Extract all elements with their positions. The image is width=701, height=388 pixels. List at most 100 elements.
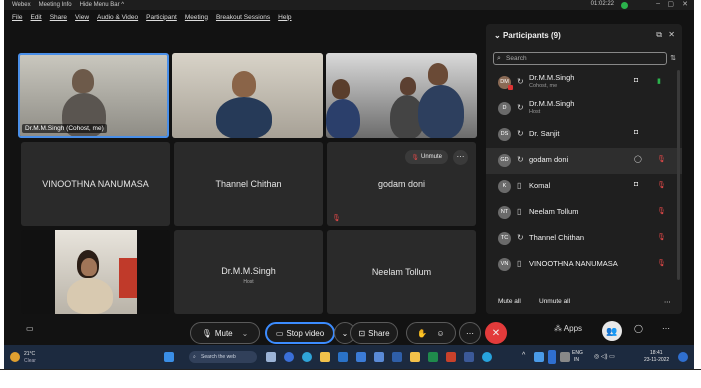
video-tile-thannel[interactable]: Thannel Chithan — [174, 142, 323, 226]
close-panel-icon[interactable]: ✕ — [668, 30, 675, 39]
mute-button[interactable]: 🎙 Mute ⌄ — [190, 322, 260, 344]
participant-name: Komal — [529, 181, 551, 190]
menu-meeting[interactable]: Meeting — [185, 14, 208, 21]
folder-icon[interactable] — [410, 352, 420, 362]
chat-icon[interactable]: ◯ — [634, 155, 642, 163]
more-options-button[interactable]: ⋯ — [459, 322, 481, 344]
participants-toggle-icon[interactable]: 👥 — [602, 321, 622, 341]
windows-start-icon[interactable] — [164, 352, 174, 362]
minimize-button[interactable]: – — [656, 0, 660, 7]
end-call-button[interactable]: ✕ — [485, 322, 507, 344]
panel-scrollbar[interactable] — [677, 70, 680, 280]
network-volume-battery-icons[interactable]: ◎ ◁) ▭ — [594, 353, 615, 360]
restore-button[interactable]: ▢ — [667, 0, 674, 8]
menu-breakout-sessions[interactable]: Breakout Sessions — [216, 14, 270, 21]
participant-row[interactable]: K ▯ Komal ◘ 🎙 — [486, 174, 682, 200]
menu-view[interactable]: View — [75, 14, 89, 21]
mic-muted-icon[interactable]: 🎙 — [657, 155, 666, 163]
input-language[interactable]: ENG — [572, 350, 583, 356]
tray-app-icon[interactable] — [534, 352, 544, 362]
powerpoint-icon[interactable] — [446, 352, 456, 362]
participant-name: VINOOTHNA NANUMASA — [42, 179, 149, 189]
avatar: DS — [498, 128, 511, 141]
chat-bubble-icon[interactable]: ▭ — [26, 324, 34, 333]
mic-active-icon: ▮ — [657, 78, 661, 85]
video-tile-vinoothna[interactable]: VINOOTHNA NANUMASA — [21, 142, 170, 226]
tray-mic-icon[interactable] — [548, 350, 556, 364]
clock-time[interactable]: 18:41 — [650, 350, 663, 356]
video-tile-neelam[interactable]: Neelam Tollum — [327, 230, 476, 314]
file-explorer-icon[interactable] — [320, 352, 330, 362]
tray-chevron-icon[interactable]: ^ — [522, 352, 525, 359]
participant-row[interactable]: VN ▯ VINOOTHNA NANUMASA 🎙 — [486, 252, 682, 278]
word-icon[interactable] — [392, 352, 402, 362]
camera-icon: ◘ — [634, 129, 639, 136]
meeting-info-button[interactable]: Meeting Info — [39, 2, 72, 8]
participant-row[interactable]: D ↻ Dr.M.M.Singh Host — [486, 96, 682, 122]
more-icon[interactable]: ⋯ — [662, 324, 670, 333]
search-icon: ⌕ — [497, 55, 501, 62]
reactions-button[interactable]: ✋ ☺ — [406, 322, 456, 344]
popout-icon[interactable]: ⧉ — [656, 30, 662, 40]
apps-label: Apps — [563, 324, 583, 333]
store-icon[interactable] — [356, 352, 366, 362]
video-tile-4[interactable] — [21, 230, 170, 314]
apps-button[interactable]: ⁂ Apps — [554, 324, 582, 333]
participant-name: Dr.M.M.Singh — [529, 99, 575, 108]
settings-icon[interactable] — [374, 352, 384, 362]
unmute-all-button[interactable]: Unmute all — [539, 298, 570, 305]
close-window-button[interactable]: ✕ — [682, 0, 688, 8]
participant-row[interactable]: NT ▯ Neelam Tollum 🎙 — [486, 200, 682, 226]
video-tile-self[interactable]: Dr.M.M.Singh (Cohost, me) — [18, 53, 169, 138]
more-options-icon[interactable]: ⋯ — [664, 298, 671, 306]
participant-name: VINOOTHNA NANUMASA — [529, 259, 618, 268]
stop-video-button[interactable]: ▭ Stop video — [265, 322, 335, 344]
mail-icon[interactable] — [338, 352, 348, 362]
phone-icon: ▯ — [517, 181, 522, 190]
task-view-icon[interactable] — [266, 352, 276, 362]
menu-participant[interactable]: Participant — [146, 14, 177, 21]
sort-icon[interactable]: ⇅ — [670, 54, 676, 62]
menu-audio-video[interactable]: Audio & Video — [97, 14, 138, 21]
menu-file[interactable]: File — [12, 14, 22, 21]
apps-icon: ⁂ — [554, 324, 562, 333]
share-button[interactable]: ⊡ Share — [350, 322, 398, 344]
edge-icon[interactable] — [302, 352, 312, 362]
chevron-down-icon[interactable]: ⌄ — [242, 329, 249, 338]
menu-share[interactable]: Share — [50, 14, 67, 21]
participant-search-input[interactable]: ⌕ Search — [493, 52, 667, 65]
video-tile-host[interactable]: Dr.M.M.Singh Host — [174, 230, 323, 314]
video-tile-2[interactable] — [172, 53, 323, 138]
webex-taskbar-icon[interactable] — [482, 352, 492, 362]
menu-help[interactable]: Help — [278, 14, 291, 21]
chat-app-icon[interactable] — [284, 352, 294, 362]
app-icon[interactable] — [464, 352, 474, 362]
avatar: VN — [498, 258, 511, 271]
clock-date[interactable]: 23-11-2022 — [644, 357, 669, 363]
panel-title[interactable]: ⌄ Participants (9) — [494, 31, 561, 40]
video-tile-godam[interactable]: 🎙 Unmute ⋯ godam doni 🎙 — [327, 142, 476, 226]
participant-row[interactable]: TC ↻ Thannel Chithan 🎙 — [486, 226, 682, 252]
participant-body — [326, 99, 360, 138]
participant-row[interactable]: DM ↻ Dr.M.M.Singh Cohost, me ◘ ▮ — [486, 70, 682, 96]
tray-icon[interactable] — [560, 352, 570, 362]
mute-all-button[interactable]: Mute all — [498, 298, 521, 305]
menu-edit[interactable]: Edit — [30, 14, 41, 21]
input-region[interactable]: IN — [574, 357, 579, 363]
hand-icon: ✋ — [417, 328, 428, 338]
video-tile-3[interactable] — [326, 53, 477, 138]
taskbar-search-input[interactable]: ⌕ Search the web — [189, 351, 257, 363]
participant-row[interactable]: DS ↻ Dr. Sanjit ◘ — [486, 122, 682, 148]
unmute-request-button[interactable]: 🎙 Unmute — [405, 150, 448, 164]
panel-footer: Mute all Unmute all ⋯ — [486, 292, 682, 314]
mute-label: Mute — [214, 328, 233, 338]
chat-icon[interactable]: ◯ — [634, 324, 643, 333]
participant-name: godam doni — [377, 179, 426, 189]
participant-row[interactable]: GD ↻ godam doni ◯ 🎙 — [486, 148, 682, 174]
weather-temp: 21°C — [24, 351, 36, 357]
excel-icon[interactable] — [428, 352, 438, 362]
notification-icon[interactable] — [678, 352, 688, 362]
hide-menu-bar-button[interactable]: Hide Menu Bar ^ — [80, 2, 125, 8]
more-options-button[interactable]: ⋯ — [453, 150, 468, 165]
sync-icon: ↻ — [517, 129, 524, 138]
